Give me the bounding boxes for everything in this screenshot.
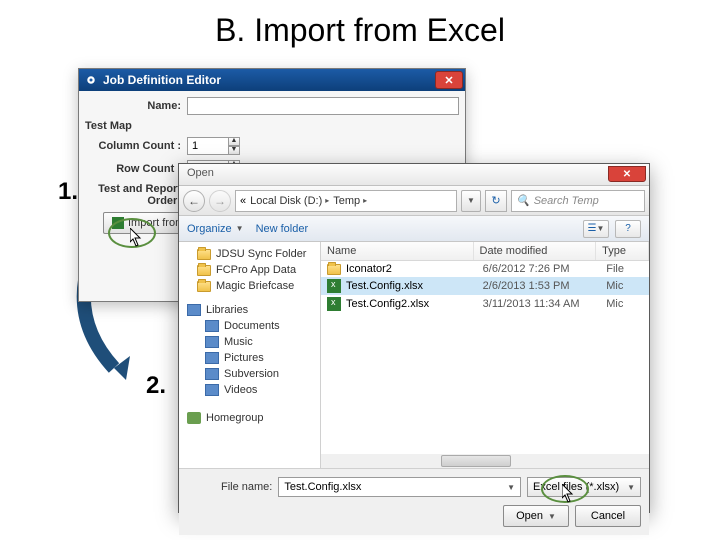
list-item[interactable]: Test.Config.xlsx 2/6/2013 1:53 PM Mic xyxy=(321,277,649,295)
bc-dropdown-button[interactable]: ▼ xyxy=(461,190,481,212)
folder-icon xyxy=(197,249,211,260)
col-name[interactable]: Name xyxy=(321,242,474,260)
order-label: Test and Report Order: xyxy=(85,183,187,207)
close-button[interactable]: ✕ xyxy=(608,166,646,182)
bc-seg-disk[interactable]: Local Disk (D:)▸ xyxy=(250,195,329,207)
excel-icon xyxy=(327,279,341,293)
folder-icon xyxy=(197,281,211,292)
h-scrollbar[interactable] xyxy=(321,454,649,468)
slide-title: B. Import from Excel xyxy=(0,12,720,49)
list-icon: ☰ xyxy=(588,223,597,234)
help-icon: ? xyxy=(625,223,631,234)
close-icon: ✕ xyxy=(623,169,631,180)
refresh-icon: ↻ xyxy=(491,194,500,207)
search-input[interactable]: 🔍 Search Temp xyxy=(511,190,645,212)
nav-forward-button[interactable]: → xyxy=(209,190,231,212)
ofd-titlebar[interactable]: Open ✕ xyxy=(179,164,649,186)
rowcount-label: Row Count : xyxy=(85,163,187,175)
close-button[interactable]: ✕ xyxy=(435,71,463,89)
cancel-button[interactable]: Cancel xyxy=(575,505,641,527)
excel-icon xyxy=(327,297,341,311)
folder-icon xyxy=(197,265,211,276)
tree-item[interactable]: Videos xyxy=(179,382,320,398)
name-label: Name: xyxy=(85,100,187,112)
filetype-select[interactable]: Excel files (*.xlsx)▼ xyxy=(527,477,641,497)
chevron-down-icon: ▼ xyxy=(548,512,556,521)
list-item[interactable]: Iconator2 6/6/2012 7:26 PM File xyxy=(321,261,649,277)
arrow-left-icon: ← xyxy=(188,194,200,208)
col-date[interactable]: Date modified xyxy=(474,242,597,260)
help-button[interactable]: ? xyxy=(615,220,641,238)
open-button[interactable]: Open▼ xyxy=(503,505,569,527)
library-icon xyxy=(205,336,219,348)
bc-prefix: « xyxy=(240,195,246,207)
library-icon xyxy=(205,368,219,380)
libraries-icon xyxy=(187,304,201,316)
arrow-right-icon: → xyxy=(214,194,226,208)
view-button[interactable]: ☰▼ xyxy=(583,220,609,238)
tree-libraries[interactable]: Libraries xyxy=(179,302,320,318)
tree-item[interactable]: Music xyxy=(179,334,320,350)
excel-icon xyxy=(112,217,124,229)
search-icon: 🔍 xyxy=(516,194,530,207)
jde-titlebar[interactable]: Job Definition Editor ✕ xyxy=(79,69,465,91)
refresh-button[interactable]: ↻ xyxy=(485,190,507,212)
jde-title-text: Job Definition Editor xyxy=(103,73,221,87)
library-icon xyxy=(205,384,219,396)
colcount-down[interactable]: ▼ xyxy=(228,146,240,155)
search-placeholder: Search Temp xyxy=(534,195,599,207)
gear-icon xyxy=(85,74,97,86)
tree-item[interactable]: Documents xyxy=(179,318,320,334)
newfolder-button[interactable]: New folder xyxy=(256,223,309,235)
homegroup-icon xyxy=(187,412,201,424)
bc-seg-temp[interactable]: Temp▸ xyxy=(333,195,367,207)
tree-item[interactable]: Magic Briefcase xyxy=(179,278,320,294)
nav-back-button[interactable]: ← xyxy=(183,190,205,212)
library-icon xyxy=(205,320,219,332)
file-list: Name Date modified Type Iconator2 6/6/20… xyxy=(321,242,649,468)
chevron-down-icon: ▼ xyxy=(236,224,244,233)
chevron-right-icon: ▸ xyxy=(325,196,329,205)
organize-menu[interactable]: Organize▼ xyxy=(187,223,244,235)
tree-homegroup[interactable]: Homegroup xyxy=(179,410,320,426)
scroll-thumb[interactable] xyxy=(441,455,511,467)
chevron-down-icon: ▼ xyxy=(597,224,605,233)
step-1-label: 1. xyxy=(58,178,78,206)
folder-tree[interactable]: JDSU Sync Folder FCPro App Data Magic Br… xyxy=(179,242,321,468)
chevron-down-icon: ▼ xyxy=(507,483,515,492)
ofd-title-text: Open xyxy=(187,167,214,179)
breadcrumb[interactable]: « Local Disk (D:)▸ Temp▸ xyxy=(235,190,457,212)
close-icon: ✕ xyxy=(444,74,453,87)
colcount-up[interactable]: ▲ xyxy=(228,137,240,146)
colcount-input[interactable] xyxy=(187,137,229,155)
list-item[interactable]: Test.Config2.xlsx 3/11/2013 11:34 AM Mic xyxy=(321,295,649,313)
open-file-dialog: Open ✕ ← → « Local Disk (D:)▸ Temp▸ ▼ ↻ … xyxy=(178,163,650,513)
tree-item[interactable]: JDSU Sync Folder xyxy=(179,246,320,262)
chevron-right-icon: ▸ xyxy=(363,196,367,205)
chevron-down-icon: ▼ xyxy=(627,483,635,492)
chevron-down-icon: ▼ xyxy=(467,196,475,205)
folder-icon xyxy=(327,264,341,275)
library-icon xyxy=(205,352,219,364)
name-input[interactable] xyxy=(187,97,459,115)
filename-input[interactable]: Test.Config.xlsx▼ xyxy=(278,477,521,497)
tree-item[interactable]: Pictures xyxy=(179,350,320,366)
tree-item[interactable]: FCPro App Data xyxy=(179,262,320,278)
col-type[interactable]: Type xyxy=(596,242,649,260)
testmap-section: Test Map xyxy=(85,120,138,132)
tree-item[interactable]: Subversion xyxy=(179,366,320,382)
colcount-label: Column Count : xyxy=(85,140,187,152)
filename-label: File name: xyxy=(187,481,272,493)
